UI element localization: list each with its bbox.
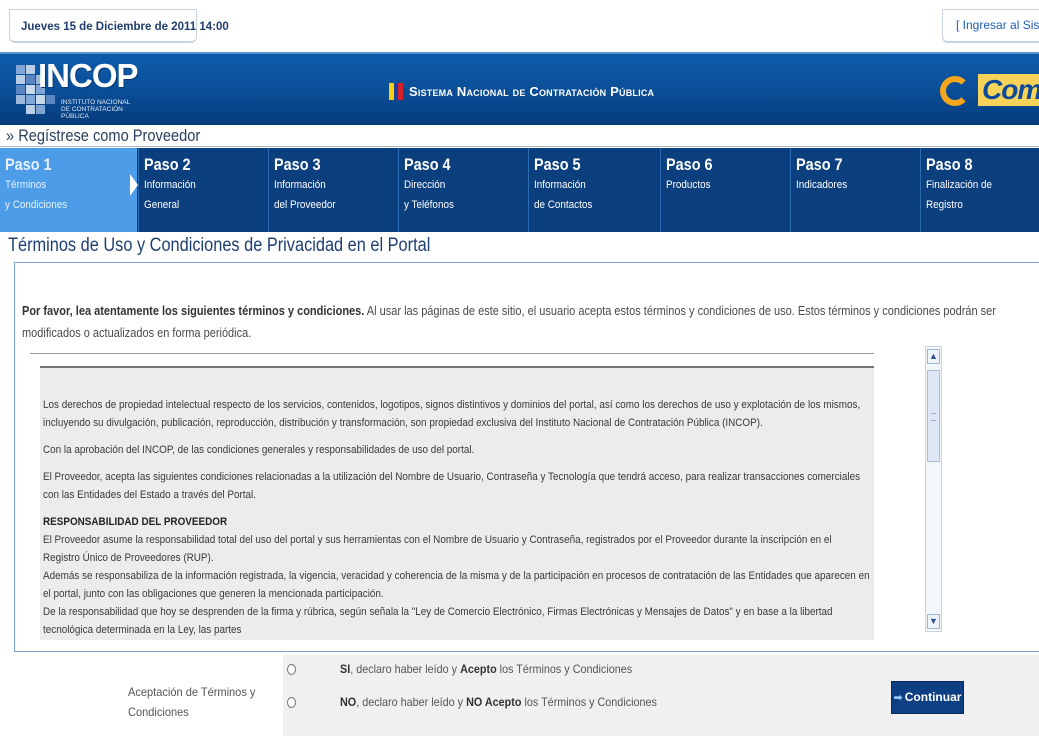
accept-no-bold: NO <box>340 695 357 709</box>
scroll-down-icon[interactable]: ▼ <box>927 614 940 629</box>
wizard-steps: Paso 1 Términos y Condiciones Paso 2 Inf… <box>0 148 1039 232</box>
system-title-text: Sistema Nacional de Contratación Pública <box>409 83 655 99</box>
system-title: Sistema Nacional de Contratación Pública <box>389 82 654 100</box>
terms-paragraph: Con la aprobación del INCOP, de las cond… <box>43 444 475 456</box>
step-label-line2: de Contactos <box>534 199 593 211</box>
step-8[interactable]: Paso 8 Finalización de Registro <box>920 148 1039 232</box>
step-label-line1: Productos <box>666 179 711 191</box>
step-3[interactable]: Paso 3 Información del Proveedor <box>268 148 398 232</box>
terms-scroll-area[interactable]: Los derechos de propiedad intelectual re… <box>30 353 874 640</box>
current-step-arrow-icon <box>130 174 138 196</box>
step-number: Paso 2 <box>144 155 191 174</box>
step-label-line2: y Condiciones <box>5 199 68 211</box>
arrow-right-icon: ➡ <box>893 692 903 704</box>
step-6[interactable]: Paso 6 Productos <box>660 148 790 232</box>
terms-content: Los derechos de propiedad intelectual re… <box>40 366 874 640</box>
terms-paragraph: Además se responsabiliza de la informaci… <box>43 570 870 600</box>
step-label-line1: Términos <box>5 179 47 191</box>
register-title: » Regístrese como Proveedor <box>6 126 201 145</box>
compras-logo-text: Compras <box>978 74 1039 106</box>
acceptance-label: Aceptación de Términos y Condiciones <box>128 685 256 719</box>
accept-yes-text: , declaro haber leído y <box>350 662 461 676</box>
step-number: Paso 7 <box>796 155 843 174</box>
step-label-line2: del Proveedor <box>274 199 336 211</box>
step-number: Paso 1 <box>5 155 52 174</box>
flag-icon <box>389 82 404 100</box>
step-number: Paso 3 <box>274 155 321 174</box>
accept-yes-bold: SI <box>340 662 351 676</box>
continue-label: Continuar <box>904 690 962 704</box>
step-label-line1: Finalización de <box>926 179 993 191</box>
terms-paragraph: El Proveedor asume la responsabilidad to… <box>43 534 832 564</box>
divider <box>0 146 1039 147</box>
step-label-line1: Información <box>534 179 586 191</box>
step-label-line1: Información <box>274 179 326 191</box>
terms-scrollbar[interactable]: ▲ ▼ <box>925 346 942 632</box>
page-title: Términos de Uso y Condiciones de Privaci… <box>8 235 431 256</box>
compras-logo[interactable]: Compras <box>938 68 1039 118</box>
step-1[interactable]: Paso 1 Términos y Condiciones <box>0 148 137 232</box>
incop-logo-text: INCOP <box>38 57 139 94</box>
accept-no-end: los Términos y Condiciones <box>521 695 657 709</box>
terms-paragraph: Los derechos de propiedad intelectual re… <box>43 399 861 429</box>
step-5[interactable]: Paso 5 Información de Contactos <box>528 148 660 232</box>
step-label-line1: Indicadores <box>796 179 848 191</box>
accept-yes-radio[interactable] <box>287 664 296 675</box>
intro-text: Por favor, lea atentamente los siguiente… <box>22 300 1039 344</box>
step-4[interactable]: Paso 4 Dirección y Teléfonos <box>398 148 528 232</box>
terms-paragraph: De la responsabilidad que hoy se despren… <box>43 606 833 636</box>
incop-logo[interactable]: INCOP INSTITUTO NACIONAL DE CONTRATACIÓN… <box>16 57 139 121</box>
accept-yes-end: los Términos y Condiciones <box>496 662 633 676</box>
step-label-line2: General <box>144 199 180 211</box>
step-label-line1: Información <box>144 179 196 191</box>
compras-logo-c-icon <box>940 76 970 106</box>
terms-heading: RESPONSABILIDAD DEL PROVEEDOR <box>43 516 228 528</box>
scroll-thumb[interactable] <box>927 370 940 462</box>
current-date: Jueves 15 de Diciembre de 2011 14:00 <box>9 9 229 43</box>
incop-logo-subtitle: INSTITUTO NACIONAL DE CONTRATACIÓN PÚBLI… <box>61 99 130 120</box>
step-label-line2: Registro <box>926 199 963 211</box>
accept-yes-label[interactable]: SI, declaro haber leído y Acepto los Tér… <box>340 662 632 676</box>
intro-bold: Por favor, lea atentamente los siguiente… <box>22 304 365 318</box>
scroll-up-icon[interactable]: ▲ <box>927 349 940 364</box>
step-number: Paso 4 <box>404 155 451 174</box>
accept-no-text: , declaro haber leído y <box>356 695 467 709</box>
accept-no-label[interactable]: NO, declaro haber leído y NO Acepto los … <box>340 695 657 709</box>
step-label-line2: y Teléfonos <box>404 199 454 211</box>
accept-no-radio[interactable] <box>287 697 296 708</box>
header-banner: INCOP INSTITUTO NACIONAL DE CONTRATACIÓN… <box>0 52 1039 125</box>
step-number: Paso 5 <box>534 155 581 174</box>
accept-no-bold2: NO Acepto <box>466 695 522 709</box>
step-number: Paso 8 <box>926 155 973 174</box>
step-2[interactable]: Paso 2 Información General <box>138 148 268 232</box>
step-number: Paso 6 <box>666 155 713 174</box>
accept-yes-bold2: Acepto <box>460 662 497 676</box>
login-link[interactable]: [ Ingresar al Sistema ] <box>942 9 1039 43</box>
step-label-line1: Dirección <box>404 179 446 191</box>
step-7[interactable]: Paso 7 Indicadores <box>790 148 920 232</box>
terms-paragraph: El Proveedor, acepta las siguientes cond… <box>43 471 861 501</box>
continue-button[interactable]: ➡ Continuar <box>891 681 964 714</box>
